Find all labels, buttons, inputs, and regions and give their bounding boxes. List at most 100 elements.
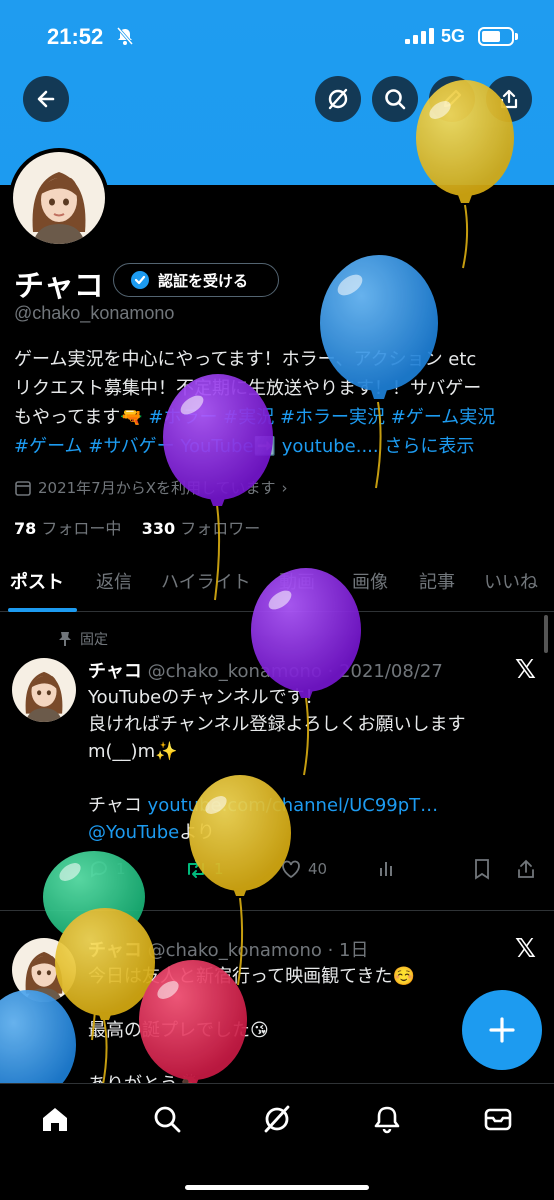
notifications-icon[interactable] bbox=[372, 1104, 402, 1134]
tweet-author-name[interactable]: チャコ bbox=[88, 940, 142, 961]
display-name: チャコ bbox=[14, 269, 104, 304]
like-button[interactable]: 40 bbox=[280, 858, 327, 880]
avatar-illustration bbox=[25, 951, 63, 1002]
share-tweet-button[interactable] bbox=[516, 858, 536, 880]
following-label: フォロー中 bbox=[41, 519, 122, 538]
like-count: 40 bbox=[308, 860, 328, 878]
tab-videos[interactable]: 動画 bbox=[279, 568, 315, 594]
tweet-mention[interactable]: @YouTube bbox=[88, 822, 179, 843]
home-icon[interactable] bbox=[40, 1104, 70, 1134]
search-icon[interactable] bbox=[152, 1104, 182, 1134]
scrollbar[interactable] bbox=[544, 615, 548, 653]
followers-count: 330 bbox=[141, 519, 176, 538]
bookmark-button[interactable] bbox=[472, 858, 492, 880]
bio-line: もやってます🔫 bbox=[14, 407, 143, 428]
edit-icon bbox=[443, 89, 462, 108]
bio-youtube-link[interactable]: youtube.... bbox=[282, 436, 379, 457]
followers-label: フォロワー bbox=[180, 519, 261, 538]
tab-likes[interactable]: いいね bbox=[484, 568, 538, 594]
signal-icon bbox=[405, 28, 434, 44]
status-bar: 21:52 5G bbox=[0, 0, 554, 70]
avatar-illustration bbox=[32, 172, 86, 244]
grok-icon[interactable] bbox=[262, 1104, 292, 1134]
joined-date[interactable]: 2021年7月からXを利用しています › bbox=[14, 477, 288, 498]
back-arrow-icon bbox=[37, 90, 55, 108]
tweet-actions: 1 1 40 bbox=[88, 858, 538, 886]
tweet-text[interactable]: YouTubeのチャンネルです！ 良ければチャンネル登録よろしくお願いします m… bbox=[88, 684, 528, 846]
tweet-avatar[interactable] bbox=[12, 658, 76, 722]
tweet-line: 今日は友人と新宿行って映画観てきた☺️ bbox=[88, 966, 415, 987]
search-button[interactable] bbox=[372, 76, 418, 122]
tweet-handle-date[interactable]: @chako_konamono · 2021/08/27 bbox=[148, 661, 443, 682]
bottom-navigation bbox=[0, 1083, 554, 1200]
tab-articles[interactable]: 記事 bbox=[419, 568, 455, 594]
x-logo-icon[interactable]: 𝕏 bbox=[515, 655, 536, 685]
balloon bbox=[0, 990, 76, 1090]
retweet-count: 1 bbox=[214, 860, 224, 878]
tweet-line: より bbox=[179, 822, 215, 843]
bio-line: リクエスト募集中！不定期に生放送やります！！サバゲー bbox=[14, 378, 482, 399]
pinned-label: 固定 bbox=[80, 632, 108, 648]
reply-icon bbox=[91, 861, 107, 878]
views-icon bbox=[380, 862, 392, 876]
tweet-header: チャコ @chako_konamono · 2021/08/27 bbox=[88, 657, 443, 683]
edit-button[interactable] bbox=[429, 76, 475, 122]
following-link[interactable]: 78 フォロー中 bbox=[14, 519, 121, 538]
verified-badge-icon bbox=[131, 271, 149, 289]
get-verified-button[interactable]: 認証を受ける bbox=[113, 263, 279, 297]
back-button[interactable] bbox=[23, 76, 69, 122]
grok-icon bbox=[328, 88, 348, 110]
retweet-button[interactable]: 1 bbox=[184, 858, 224, 880]
profile-bio: ゲーム実況を中心にやってます！ホラー、アクション etc リクエスト募集中！不定… bbox=[14, 345, 544, 461]
reply-count: 1 bbox=[116, 860, 126, 878]
compose-button[interactable] bbox=[462, 990, 542, 1070]
retweet-icon bbox=[188, 860, 204, 878]
reply-button[interactable]: 1 bbox=[88, 858, 126, 880]
tab-images[interactable]: 画像 bbox=[352, 568, 388, 594]
active-tab-indicator bbox=[8, 608, 77, 612]
tab-replies[interactable]: 返信 bbox=[96, 568, 132, 594]
views-button[interactable] bbox=[376, 858, 398, 880]
share-icon bbox=[518, 859, 534, 878]
pinned-indicator: 固定 bbox=[58, 629, 108, 649]
tweet-link[interactable]: youtube.com/channel/UC99pT… bbox=[148, 795, 439, 816]
tweet-line: 良ければチャンネル登録よろしくお願いします bbox=[88, 714, 466, 735]
tab-highlights[interactable]: ハイライト bbox=[161, 568, 251, 594]
followers-link[interactable]: 330 フォロワー bbox=[142, 519, 261, 538]
profile-avatar[interactable] bbox=[9, 148, 109, 248]
share-button[interactable] bbox=[486, 76, 532, 122]
share-icon bbox=[500, 89, 518, 109]
home-indicator bbox=[185, 1185, 369, 1190]
avatar-illustration bbox=[25, 671, 63, 722]
tweet-divider bbox=[0, 910, 554, 911]
tab-posts[interactable]: ポスト bbox=[10, 568, 64, 594]
grok-button[interactable] bbox=[315, 76, 361, 122]
clock: 21:52 bbox=[47, 24, 104, 49]
following-count: 78 bbox=[14, 519, 37, 538]
tweet-author-name[interactable]: チャコ bbox=[88, 661, 142, 682]
show-more-link[interactable]: さらに表示 bbox=[384, 436, 474, 457]
search-icon bbox=[385, 89, 406, 110]
bio-line: ゲーム実況を中心にやってます！ホラー、アクション etc bbox=[14, 349, 477, 370]
bio-hashtags[interactable]: #ゲーム #サバゲー YouTube➡️ bbox=[14, 436, 276, 457]
profile-handle: @chako_konamono bbox=[14, 303, 175, 323]
joined-label: 2021年7月からXを利用しています bbox=[38, 479, 276, 497]
tweet-handle-date[interactable]: @chako_konamono · 1日 bbox=[148, 940, 369, 961]
get-verified-label: 認証を受ける bbox=[158, 271, 249, 290]
tweet-line: m(__)m✨ bbox=[88, 741, 178, 762]
tweet-line: チャコ bbox=[88, 795, 148, 816]
compose-icon bbox=[489, 1017, 515, 1043]
tweet-header: チャコ @chako_konamono · 1日 bbox=[88, 936, 369, 962]
tweet-avatar[interactable] bbox=[12, 938, 76, 1002]
bio-hashtags[interactable]: #ホラー #実況 #ホラー実況 #ゲーム実況 bbox=[148, 407, 495, 428]
profile-tabs: ポスト 返信 ハイライト 動画 画像 記事 いいね bbox=[0, 560, 554, 612]
bookmark-icon bbox=[475, 859, 489, 880]
network-type: 5G bbox=[441, 26, 466, 46]
follow-counts: 78 フォロー中 330 フォロワー bbox=[14, 515, 260, 539]
silent-mode-icon bbox=[116, 27, 134, 45]
messages-icon[interactable] bbox=[483, 1104, 513, 1134]
x-logo-icon[interactable]: 𝕏 bbox=[515, 934, 536, 964]
battery-icon bbox=[478, 27, 518, 46]
like-icon bbox=[282, 860, 300, 879]
pin-icon bbox=[59, 632, 71, 646]
